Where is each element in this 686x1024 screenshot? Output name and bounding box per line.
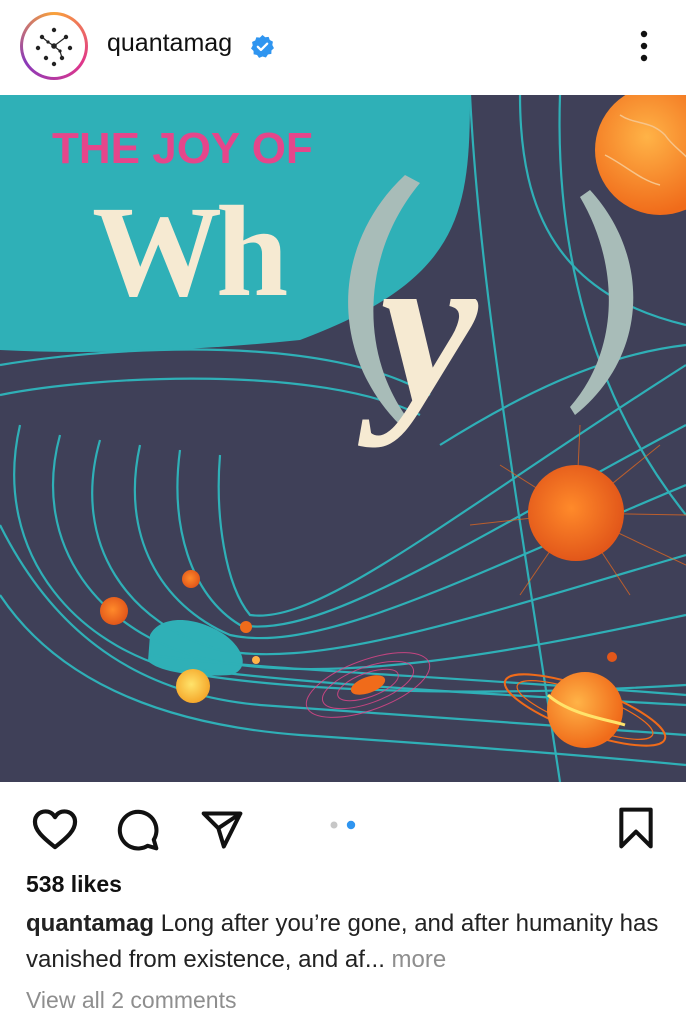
comment-icon[interactable] [116,808,160,852]
view-comments-link[interactable]: View all 2 comments [26,987,237,1014]
likes-count[interactable]: 538 likes [26,871,122,898]
post-image[interactable]: THE JOY OF Wh y [0,95,686,782]
caption-ellipsis: ... [364,946,385,973]
send-icon[interactable] [200,808,244,852]
carousel-dot-2-active [346,820,356,830]
more-vertical-icon[interactable] [630,28,658,68]
carousel-dot-1 [330,821,338,829]
joy-of-why-artwork: THE JOY OF Wh y [0,95,686,782]
caption: quantamag Long after you’re gone, and af… [26,906,666,978]
carousel-indicator [330,820,356,830]
title-line-1: THE JOY OF [52,124,313,173]
post-username[interactable]: quantamag [107,29,232,58]
bookmark-icon[interactable] [616,806,656,850]
post-header: quantamag [0,0,686,95]
title-word-wh: Wh [92,180,287,324]
caption-username[interactable]: quantamag [26,910,154,937]
quanta-logo-icon [35,27,73,67]
verified-badge-icon [251,35,274,58]
heart-icon[interactable] [32,808,78,850]
avatar-inner [23,15,85,77]
caption-more-link[interactable]: more [392,946,447,973]
avatar[interactable] [20,12,88,80]
